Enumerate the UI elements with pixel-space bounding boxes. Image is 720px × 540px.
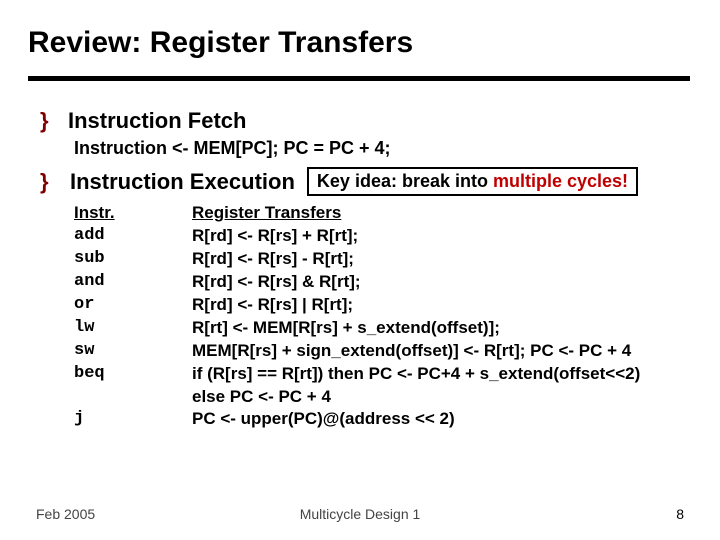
table-row: and R[rd] <- R[rs] & R[rt]; bbox=[74, 271, 688, 294]
table-row: lw R[rt] <- MEM[R[rs] + s_extend(offset)… bbox=[74, 317, 688, 340]
th-instr: Instr. bbox=[74, 202, 192, 225]
cell-instr: and bbox=[74, 271, 192, 294]
transfer-table: Instr. Register Transfers add R[rd] <- R… bbox=[74, 202, 688, 431]
bullet-fetch: } Instruction Fetch bbox=[40, 108, 688, 134]
title-rule bbox=[28, 76, 690, 81]
bullet-fetch-label: Instruction Fetch bbox=[68, 108, 246, 134]
cell-rt: R[rt] <- MEM[R[rs] + s_extend(offset)]; bbox=[192, 317, 688, 340]
cell-instr: beq bbox=[74, 363, 192, 386]
cell-rt: else PC <- PC + 4 bbox=[192, 386, 688, 409]
table-row: sw MEM[R[rs] + sign_extend(offset)] <- R… bbox=[74, 340, 688, 363]
fetch-detail: Instruction <- MEM[PC]; PC = PC + 4; bbox=[74, 138, 688, 159]
table-header: Instr. Register Transfers bbox=[74, 202, 688, 225]
cell-instr: sub bbox=[74, 248, 192, 271]
table-row: add R[rd] <- R[rs] + R[rt]; bbox=[74, 225, 688, 248]
table-row: or R[rd] <- R[rs] | R[rt]; bbox=[74, 294, 688, 317]
table-row: beq if (R[rs] == R[rt]) then PC <- PC+4 … bbox=[74, 363, 688, 386]
slide: Review: Register Transfers } Instruction… bbox=[0, 0, 720, 540]
cell-rt: R[rd] <- R[rs] | R[rt]; bbox=[192, 294, 688, 317]
bullet-icon: } bbox=[40, 169, 58, 195]
cell-rt: if (R[rs] == R[rt]) then PC <- PC+4 + s_… bbox=[192, 363, 688, 386]
cell-rt: PC <- upper(PC)@(address << 2) bbox=[192, 408, 688, 431]
footer: Feb 2005 Multicycle Design 1 8 bbox=[36, 506, 684, 522]
slide-title: Review: Register Transfers bbox=[28, 26, 413, 60]
table-row: else PC <- PC + 4 bbox=[74, 386, 688, 409]
callout-highlight: multiple cycles! bbox=[493, 171, 628, 191]
footer-title: Multicycle Design 1 bbox=[36, 506, 684, 522]
th-rt: Register Transfers bbox=[192, 202, 688, 225]
cell-rt: R[rd] <- R[rs] + R[rt]; bbox=[192, 225, 688, 248]
table-row: sub R[rd] <- R[rs] - R[rt]; bbox=[74, 248, 688, 271]
cell-rt: R[rd] <- R[rs] & R[rt]; bbox=[192, 271, 688, 294]
callout-box: Key idea: break into multiple cycles! bbox=[307, 167, 638, 196]
bullet-exec-label: Instruction Execution bbox=[70, 169, 295, 195]
callout-text: Key idea: break into bbox=[317, 171, 493, 191]
cell-instr: or bbox=[74, 294, 192, 317]
cell-instr: lw bbox=[74, 317, 192, 340]
content-area: } Instruction Fetch Instruction <- MEM[P… bbox=[40, 108, 688, 431]
bullet-icon: } bbox=[40, 108, 58, 134]
table-row: j PC <- upper(PC)@(address << 2) bbox=[74, 408, 688, 431]
cell-instr: add bbox=[74, 225, 192, 248]
cell-rt: MEM[R[rs] + sign_extend(offset)] <- R[rt… bbox=[192, 340, 688, 363]
cell-rt: R[rd] <- R[rs] - R[rt]; bbox=[192, 248, 688, 271]
bullet-exec: } Instruction Execution Key idea: break … bbox=[40, 167, 688, 196]
cell-instr: sw bbox=[74, 340, 192, 363]
cell-instr bbox=[74, 386, 192, 409]
cell-instr: j bbox=[74, 408, 192, 431]
